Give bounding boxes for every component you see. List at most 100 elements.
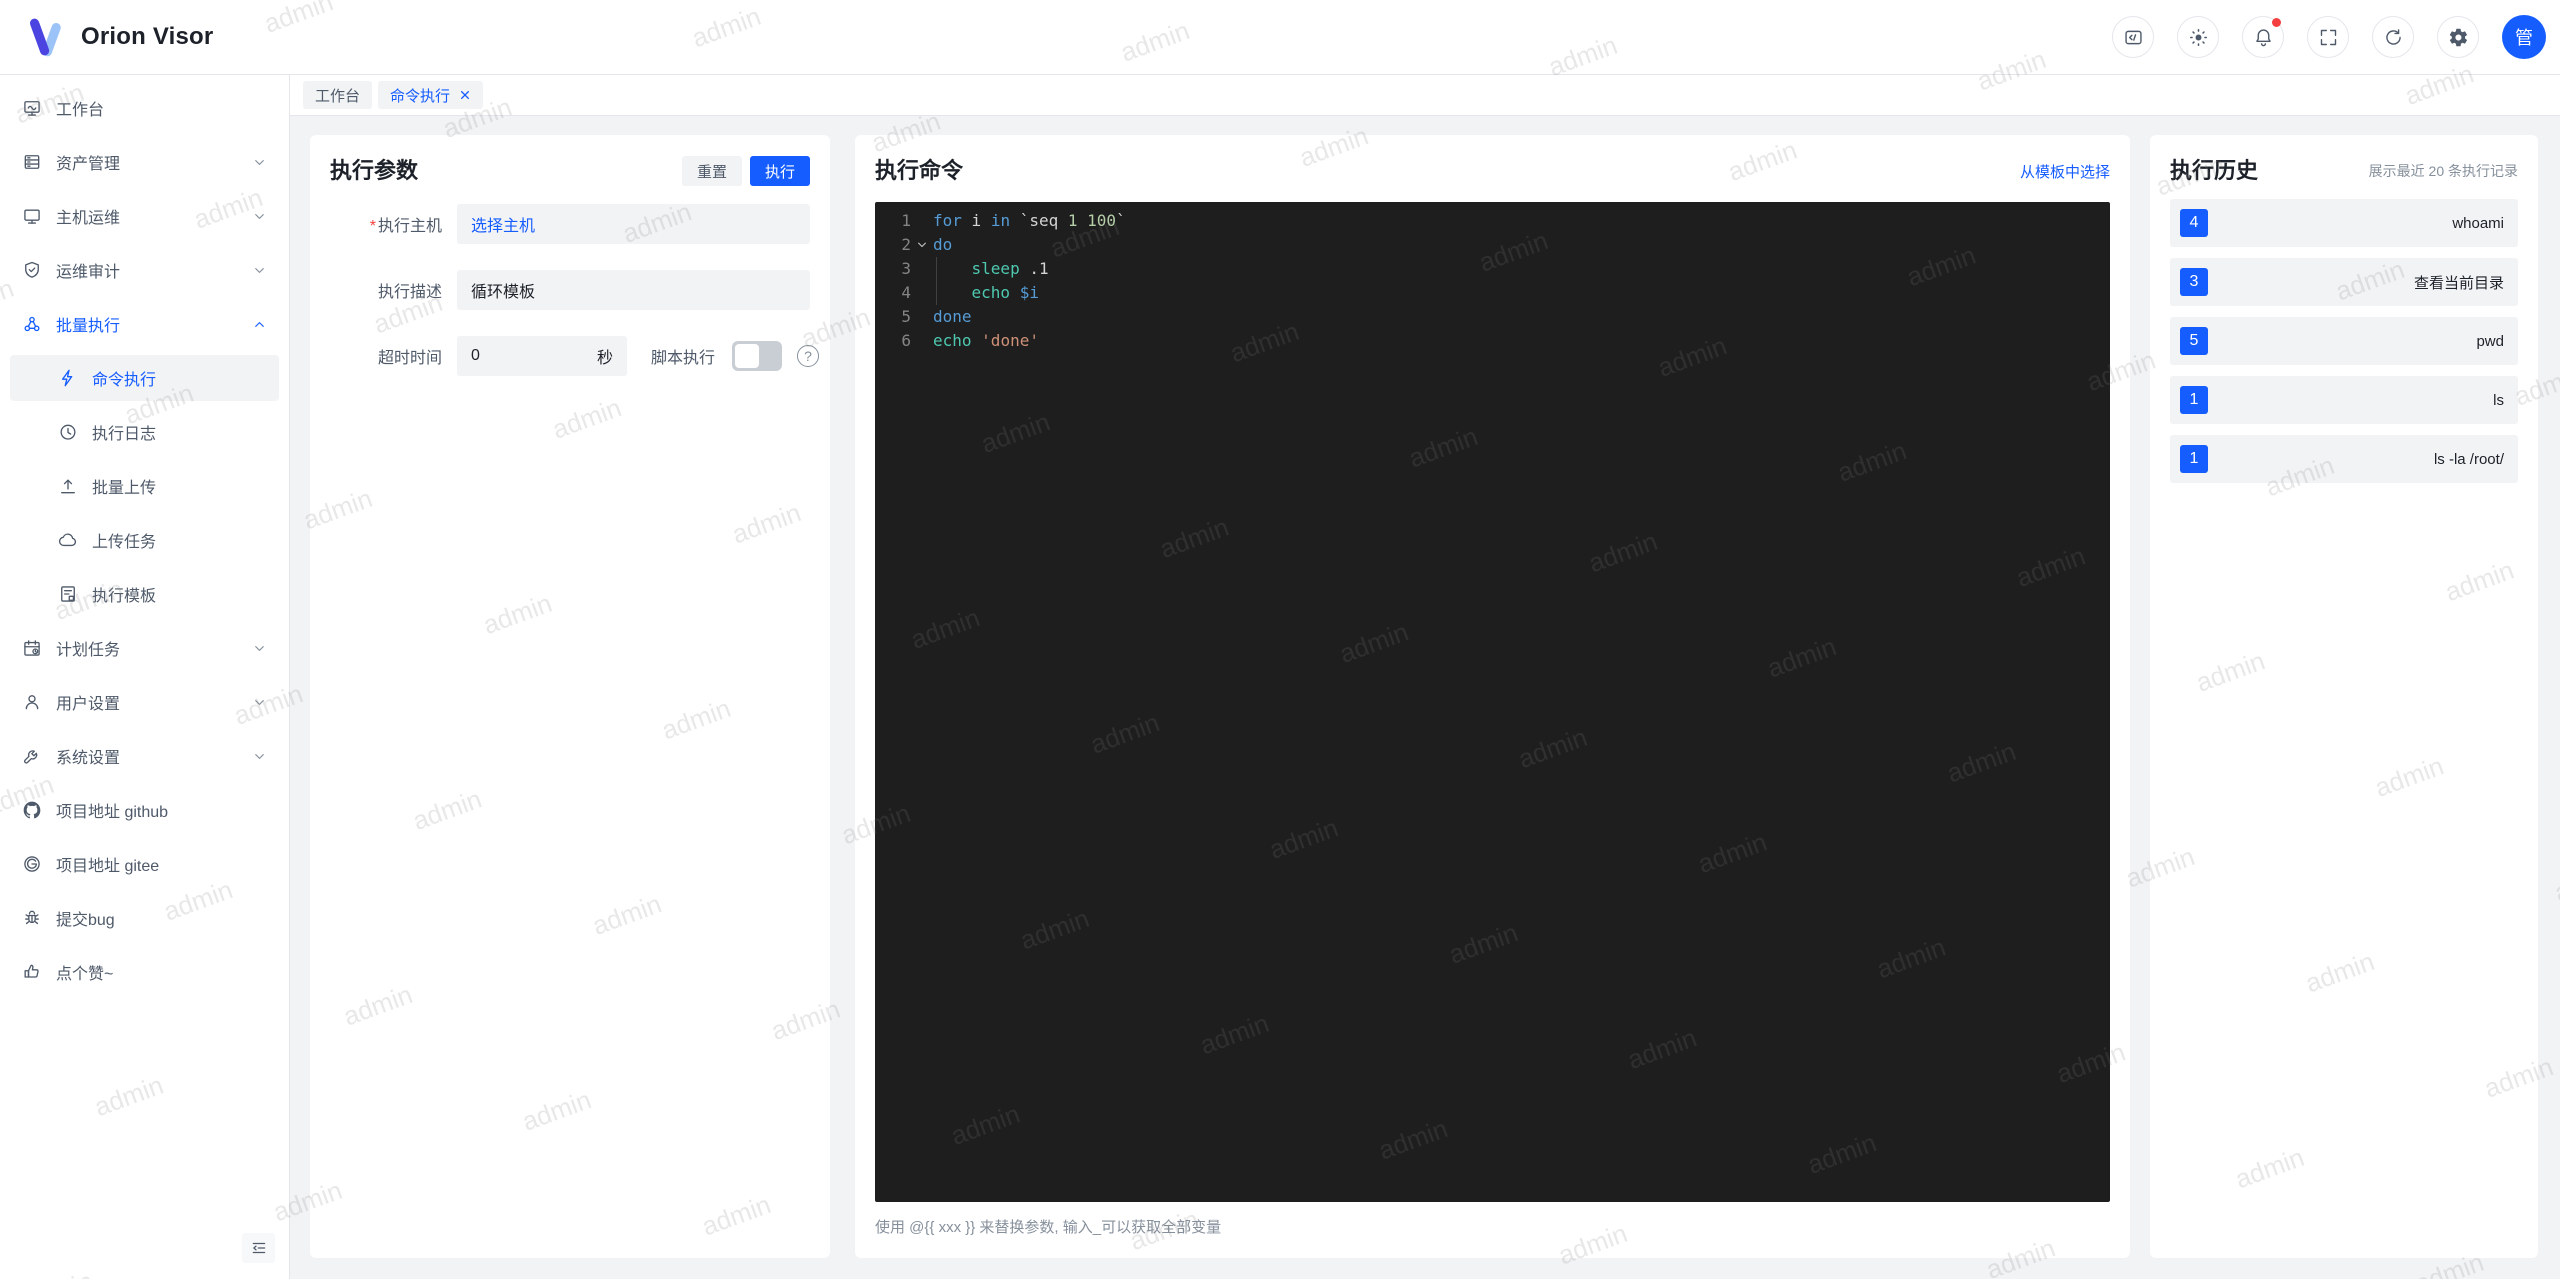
sidebar-item-exec-log[interactable]: 执行日志 bbox=[10, 409, 279, 455]
script-exec-label: 脚本执行 bbox=[651, 350, 716, 367]
fullscreen-icon bbox=[2318, 27, 2339, 48]
orion-visor-logo-icon bbox=[29, 18, 61, 57]
gitee-icon bbox=[22, 854, 42, 874]
sidebar-item-github[interactable]: 项目地址 github bbox=[10, 787, 279, 833]
fold-chevron-icon[interactable] bbox=[911, 233, 933, 257]
sidebar-item-label: 资产管理 bbox=[56, 156, 121, 173]
template-icon bbox=[58, 584, 78, 604]
sidebar-item-like[interactable]: 点个赞~ bbox=[10, 949, 279, 995]
sidebar-item-host-ops[interactable]: 主机运维 bbox=[10, 193, 279, 239]
refresh-icon bbox=[2383, 27, 2404, 48]
sidebar-item-schedule-task[interactable]: 计划任务 bbox=[10, 625, 279, 671]
timeout-unit: 秒 bbox=[596, 350, 613, 367]
line-number: 1 bbox=[901, 211, 911, 230]
user-icon bbox=[22, 692, 42, 712]
sidebar-item-label: 点个赞~ bbox=[56, 966, 114, 983]
sidebar-item-label: 批量执行 bbox=[56, 318, 121, 335]
chevron-down-icon bbox=[252, 263, 267, 278]
github-icon bbox=[22, 800, 42, 820]
sidebar-item-exec-template[interactable]: 执行模板 bbox=[10, 571, 279, 617]
history-command: ls -la /root/ bbox=[2433, 450, 2504, 468]
history-item[interactable]: 1 ls -la /root/ bbox=[2170, 435, 2518, 483]
theme-button[interactable] bbox=[2177, 16, 2219, 58]
fullscreen-button[interactable] bbox=[2307, 16, 2349, 58]
history-item[interactable]: 4 whoami bbox=[2170, 199, 2518, 247]
sidebar-item-label: 执行模板 bbox=[92, 588, 157, 605]
history-item[interactable]: 5 pwd bbox=[2170, 317, 2518, 365]
content-area: 执行参数 重置 执行 * 执行主机 选择主机 执行描述 循环模板 超时时间 0 … bbox=[290, 116, 2560, 1279]
code-button[interactable] bbox=[2112, 16, 2154, 58]
params-panel-title: 执行参数 bbox=[330, 158, 419, 183]
collapse-sidebar-button[interactable] bbox=[242, 1233, 275, 1263]
history-count-badge: 1 bbox=[2180, 445, 2208, 473]
header-actions bbox=[2112, 16, 2479, 58]
sidebar-item-workbench[interactable]: 工作台 bbox=[10, 85, 279, 131]
select-from-template-link[interactable]: 从模板中选择 bbox=[2020, 161, 2110, 182]
host-field-label: * 执行主机 bbox=[369, 218, 442, 235]
description-field-label: 执行描述 bbox=[377, 284, 442, 301]
line-number: 4 bbox=[901, 283, 911, 302]
line-number: 2 bbox=[901, 235, 911, 254]
refresh-button[interactable] bbox=[2372, 16, 2414, 58]
reset-button[interactable]: 重置 bbox=[681, 156, 742, 186]
execute-button[interactable]: 执行 bbox=[749, 156, 810, 186]
wrench-icon bbox=[22, 746, 42, 766]
sidebar-item-ops-audit[interactable]: 运维审计 bbox=[10, 247, 279, 293]
code-text: echo 'done' bbox=[933, 331, 1039, 350]
timeout-input[interactable] bbox=[471, 347, 561, 365]
history-item[interactable]: 3 查看当前目录 bbox=[2170, 258, 2518, 306]
sidebar-item-label: 命令执行 bbox=[92, 372, 157, 389]
command-panel-title: 执行命令 bbox=[875, 158, 964, 183]
code-text: for i in `seq 1 100` bbox=[933, 211, 1126, 230]
tab-label: 命令执行 bbox=[390, 87, 451, 105]
execution-command-panel: 执行命令 从模板中选择 1 for i in `seq 1 100` 2 do 3 sl… bbox=[855, 135, 2130, 1258]
history-count-badge: 5 bbox=[2180, 327, 2208, 355]
main-area: 工作台 命令执行 执行参数 重置 执行 * 执行主机 选择主机 执行描述 循环模… bbox=[290, 75, 2560, 1279]
timeout-field[interactable]: 秒 bbox=[457, 336, 627, 376]
code-text: echo $i bbox=[971, 283, 1039, 302]
sidebar-item-batch-exec[interactable]: 批量执行 bbox=[10, 301, 279, 347]
description-input[interactable] bbox=[471, 281, 796, 299]
sidebar-item-label: 主机运维 bbox=[56, 210, 121, 227]
calendar-icon bbox=[22, 638, 42, 658]
sidebar-item-label: 用户设置 bbox=[56, 696, 121, 713]
gear-icon bbox=[2448, 27, 2469, 48]
app-logo[interactable]: Orion Visor bbox=[24, 15, 213, 59]
code-text: sleep .1 bbox=[971, 259, 1049, 278]
cloud-icon bbox=[58, 530, 78, 550]
sidebar-item-user-settings[interactable]: 用户设置 bbox=[10, 679, 279, 725]
close-icon[interactable] bbox=[459, 89, 471, 101]
script-exec-toggle[interactable] bbox=[732, 341, 783, 371]
shield-icon bbox=[22, 260, 42, 280]
indent-guide bbox=[936, 257, 937, 305]
code-line: 1 for i in `seq 1 100` bbox=[875, 209, 2110, 233]
sidebar-item-upload-task[interactable]: 上传任务 bbox=[10, 517, 279, 563]
sidebar-item-batch-upload[interactable]: 批量上传 bbox=[10, 463, 279, 509]
history-item[interactable]: 1 ls bbox=[2170, 376, 2518, 424]
line-number: 6 bbox=[901, 331, 911, 350]
chevron-down-icon bbox=[252, 749, 267, 764]
sidebar-item-submit-bug[interactable]: 提交bug bbox=[10, 895, 279, 941]
code-icon bbox=[2123, 27, 2144, 48]
tab-workbench[interactable]: 工作台 bbox=[303, 81, 373, 109]
notification-button[interactable] bbox=[2242, 16, 2284, 58]
sidebar-item-assets[interactable]: 资产管理 bbox=[10, 139, 279, 185]
sidebar-item-gitee[interactable]: 项目地址 gitee bbox=[10, 841, 279, 887]
select-host-link[interactable]: 选择主机 bbox=[471, 212, 535, 236]
execution-params-panel: 执行参数 重置 执行 * 执行主机 选择主机 执行描述 循环模板 超时时间 0 … bbox=[310, 135, 830, 1258]
app-title: Orion Visor bbox=[81, 23, 214, 50]
settings-button[interactable] bbox=[2437, 16, 2479, 58]
host-select-field[interactable]: 选择主机 bbox=[457, 204, 810, 244]
history-panel-title: 执行历史 bbox=[2170, 158, 2259, 183]
menu-fold-icon bbox=[252, 1242, 265, 1254]
help-icon[interactable]: ? bbox=[797, 345, 820, 367]
sidebar-item-command-exec[interactable]: 命令执行 bbox=[10, 355, 279, 401]
history-count-badge: 4 bbox=[2180, 209, 2208, 237]
sidebar-item-system-settings[interactable]: 系统设置 bbox=[10, 733, 279, 779]
description-field[interactable] bbox=[457, 270, 810, 310]
sidebar: 工作台资产管理主机运维运维审计批量执行命令执行执行日志批量上传上传任务执行模板计… bbox=[0, 75, 290, 1279]
avatar[interactable]: 管 bbox=[2502, 15, 2546, 59]
bell-icon bbox=[2253, 27, 2274, 48]
tab-command-exec[interactable]: 命令执行 bbox=[378, 81, 484, 109]
command-code-editor[interactable]: 1 for i in `seq 1 100` 2 do 3 sleep .1 4 echo… bbox=[875, 202, 2110, 1202]
